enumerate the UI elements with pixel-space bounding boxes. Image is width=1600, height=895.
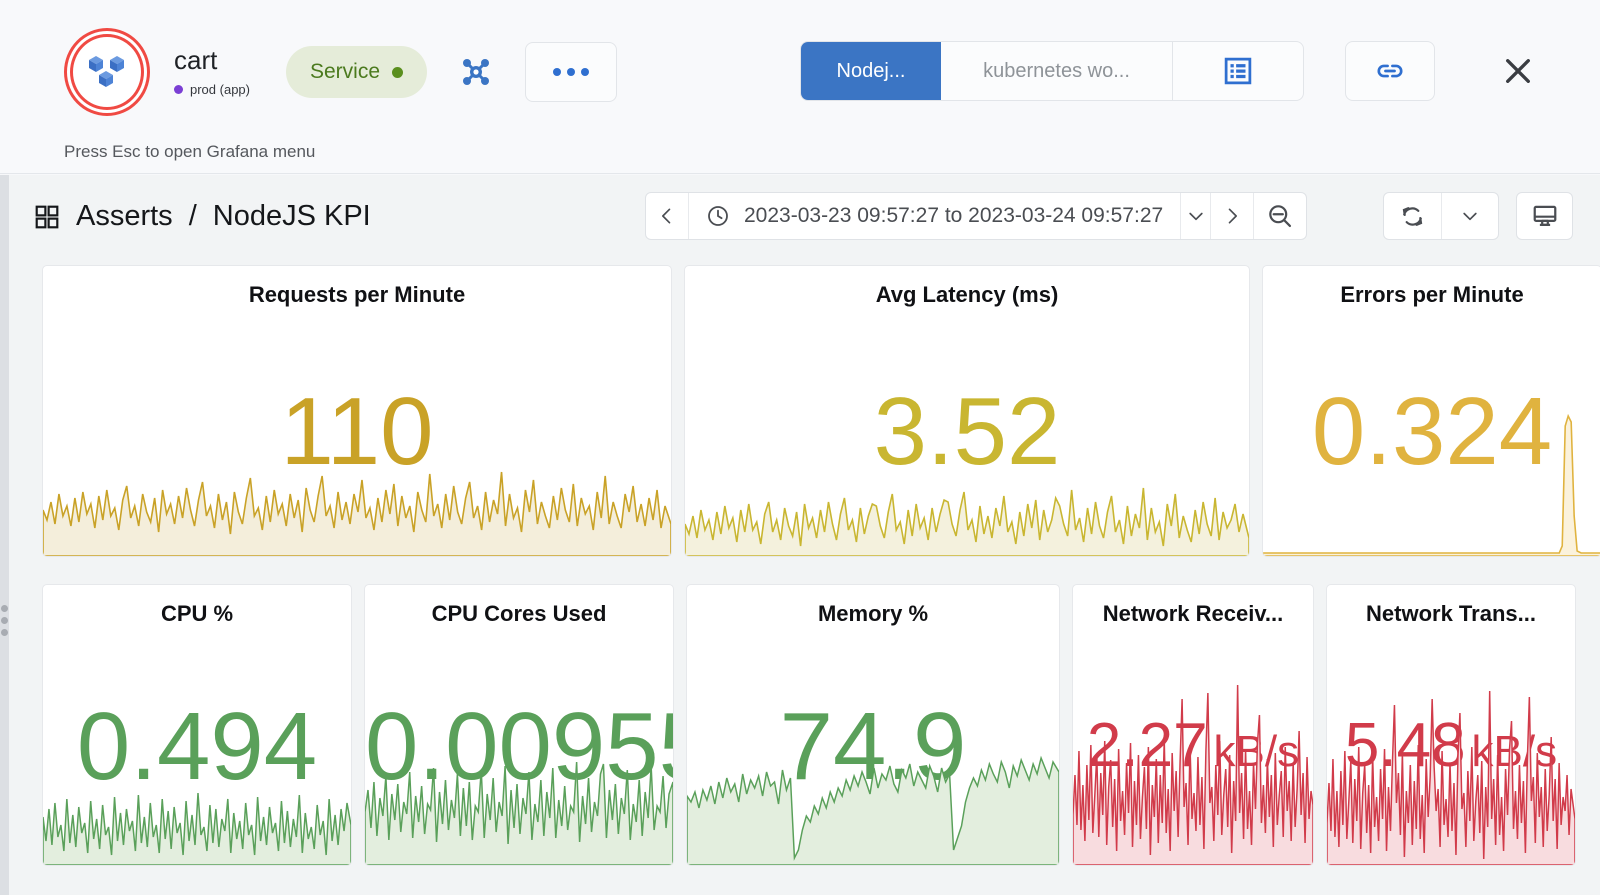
panel-title: Network Trans... [1327,601,1575,627]
panel-requests-per-minute[interactable]: Requests per Minute 110 [42,265,672,557]
sparkline [687,730,1059,865]
panel-avg-latency[interactable]: Avg Latency (ms) 3.52 [684,265,1250,557]
panel-row-1: Requests per Minute 110 Avg Latency (ms)… [42,265,1600,557]
more-horizontal-icon [553,68,561,76]
kiosk-monitor-icon [1531,202,1559,230]
list-view-icon[interactable] [1173,42,1303,100]
breadcrumb-separator: / [189,200,197,233]
clock-icon [706,204,730,228]
zoom-out-icon [1266,202,1294,230]
time-range-picker[interactable]: 2023-03-23 09:57:27 to 2023-03-24 09:57:… [689,193,1180,239]
chevron-left-icon [657,206,677,226]
service-status-dot [392,67,403,78]
service-badge-label: Service [310,60,380,84]
panel-title: Errors per Minute [1263,282,1600,308]
refresh-interval-dropdown[interactable] [1441,193,1498,239]
panel-network-transmitted[interactable]: Network Trans... 5.48kB/s [1326,584,1576,866]
dashboard-area: Asserts / NodeJS KPI 2023-03-23 09:57:27… [9,175,1600,895]
dashboard-toolbar: Asserts / NodeJS KPI 2023-03-23 09:57:27… [9,175,1600,253]
environment-dot [174,85,183,94]
tab-nodejs[interactable]: Nodej... [801,42,941,100]
close-icon [1499,52,1537,90]
graph-nodes-icon[interactable] [455,51,497,93]
breadcrumb-folder[interactable]: Asserts [76,200,173,233]
panel-title: Memory % [687,601,1059,627]
page-title[interactable]: NodeJS KPI [213,200,371,233]
resize-grip-dots [1,605,8,636]
time-shift-forward-button[interactable] [1210,193,1253,239]
tab-kubernetes-workload[interactable]: kubernetes wo... [941,42,1173,100]
chevron-right-icon [1222,206,1242,226]
panel-title: CPU % [43,601,351,627]
view-tab-group: Nodej... kubernetes wo... [800,41,1304,101]
escape-menu-hint: Press Esc to open Grafana menu [64,142,315,162]
cubes-icon [86,52,128,92]
panel-network-received[interactable]: Network Receiv... 2.27kB/s [1072,584,1314,866]
chevron-down-icon [1186,206,1206,226]
breadcrumb: Asserts / NodeJS KPI [34,200,371,233]
time-range-label: 2023-03-23 09:57:27 to 2023-03-24 09:57:… [744,204,1163,228]
time-range-control: 2023-03-23 09:57:27 to 2023-03-24 09:57:… [645,192,1307,240]
service-type-badge[interactable]: Service [286,46,427,98]
sparkline [1263,396,1600,556]
close-button[interactable] [1495,48,1541,94]
sparkline [1327,655,1575,865]
refresh-control [1383,192,1499,240]
panel-cpu-cores-used[interactable]: CPU Cores Used 0.00955 [364,584,674,866]
panel-errors-per-minute[interactable]: Errors per Minute 0.324 [1262,265,1600,557]
panel-title: Requests per Minute [43,282,671,308]
chevron-down-icon [1460,206,1480,226]
panel-row-2: CPU % 0.494 CPU Cores Used 0.00955 Memor… [42,584,1576,866]
time-shift-back-button[interactable] [646,193,689,239]
entity-summary: cart prod (app) Service [58,22,617,122]
dashboard-grid-icon [34,204,60,230]
sparkline [43,755,351,865]
panel-title: CPU Cores Used [365,601,673,627]
panel-title: Avg Latency (ms) [685,282,1249,308]
zoom-out-time-button[interactable] [1253,193,1306,239]
sparkline [43,436,671,556]
kiosk-mode-button[interactable] [1516,192,1573,240]
sparkline [1073,655,1313,865]
panel-cpu-percent[interactable]: CPU % 0.494 [42,584,352,866]
environment-label: prod (app) [190,82,250,97]
copy-link-button[interactable] [1345,41,1435,101]
sparkline [365,720,673,865]
application-header: cart prod (app) Service [0,0,1600,174]
refresh-button[interactable] [1384,193,1441,239]
panel-memory-percent[interactable]: Memory % 74.9 [686,584,1060,866]
refresh-icon [1399,203,1426,230]
sparkline [685,446,1249,556]
entity-logo [58,22,156,122]
entity-environment: prod (app) [174,82,250,97]
link-icon [1374,55,1406,87]
entity-name: cart [174,47,250,73]
panel-title: Network Receiv... [1073,601,1313,627]
entity-label-group: cart prod (app) [174,47,250,97]
more-options-button[interactable] [525,42,617,102]
time-range-dropdown-toggle[interactable] [1180,193,1210,239]
sidebar-resize-handle[interactable] [0,175,9,895]
